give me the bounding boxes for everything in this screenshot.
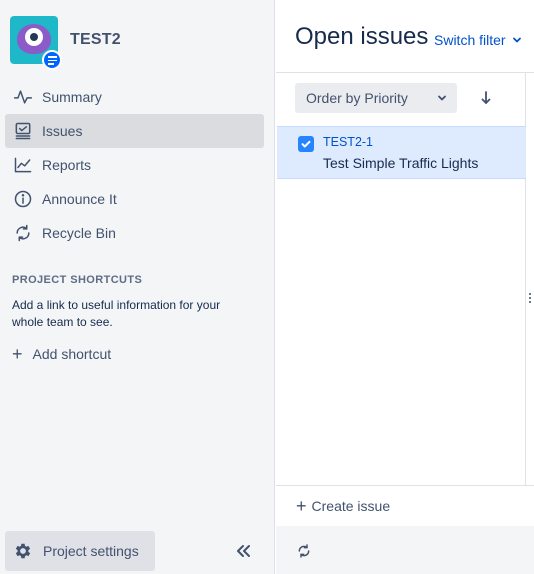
service-desk-badge-icon	[42, 50, 62, 70]
issue-key: TEST2-1	[323, 135, 374, 149]
project-settings-label: Project settings	[43, 543, 139, 559]
issues-icon	[12, 120, 34, 142]
issue-list-item[interactable]: TEST2-1 Test Simple Traffic Lights	[277, 126, 526, 179]
project-header[interactable]: TEST2	[10, 16, 121, 70]
nav-item-announce-it[interactable]: Announce It	[5, 182, 264, 216]
nav-item-summary[interactable]: Summary	[5, 80, 264, 114]
nav-item-issues[interactable]: Issues	[5, 114, 264, 148]
collapse-sidebar-icon[interactable]	[234, 541, 252, 561]
create-issue-label: Create issue	[311, 498, 391, 514]
nav-item-label: Issues	[42, 123, 83, 139]
create-issue-button[interactable]: + Create issue	[276, 486, 526, 526]
order-by-select[interactable]: Order by Priority	[295, 83, 457, 113]
nav-item-reports[interactable]: Reports	[5, 148, 264, 182]
plus-icon: +	[12, 344, 23, 364]
resize-handle-icon[interactable]	[528, 293, 532, 307]
nav-item-label: Recycle Bin	[42, 225, 116, 241]
shortcuts-heading: PROJECT SHORTCUTS	[12, 274, 143, 286]
project-avatar[interactable]	[10, 16, 62, 70]
page-title: Open issues	[295, 23, 429, 50]
chart-line-icon	[12, 154, 34, 176]
project-sidebar: TEST2 Summary Issues Reports Announce It	[0, 0, 275, 574]
project-settings-button[interactable]: Project settings	[5, 531, 155, 571]
switch-filter-label: Switch filter	[434, 32, 506, 48]
nav-item-label: Announce It	[42, 191, 117, 207]
switch-filter-button[interactable]: Switch filter	[434, 32, 522, 48]
nav-item-recycle-bin[interactable]: Recycle Bin	[5, 216, 264, 250]
panel-footer	[276, 526, 534, 574]
sort-direction-arrow-icon[interactable]	[478, 88, 494, 108]
refresh-icon[interactable]	[296, 543, 312, 559]
nav-item-label: Reports	[42, 157, 92, 173]
refresh-icon	[12, 222, 34, 244]
chevron-down-icon	[438, 95, 446, 101]
issue-list: Order by Priority TEST2-1 Test Simple Tr…	[276, 73, 526, 485]
activity-icon	[12, 86, 34, 108]
project-name: TEST2	[70, 31, 121, 48]
order-by-label: Order by Priority	[306, 90, 408, 106]
info-icon	[12, 188, 34, 210]
add-shortcut-label: Add shortcut	[32, 346, 112, 362]
project-nav: Summary Issues Reports Announce It Recyc…	[5, 80, 264, 250]
task-type-icon	[298, 136, 314, 152]
plus-icon: +	[296, 496, 307, 516]
issues-panel: Open issues Switch filter Order by Prior…	[276, 0, 534, 574]
nav-item-label: Summary	[42, 89, 102, 105]
chevron-down-icon	[512, 37, 521, 43]
add-shortcut-button[interactable]: + Add shortcut	[12, 345, 111, 363]
gear-icon	[15, 543, 31, 559]
shortcuts-description: Add a link to useful information for you…	[12, 298, 221, 329]
issue-summary: Test Simple Traffic Lights	[323, 155, 479, 171]
